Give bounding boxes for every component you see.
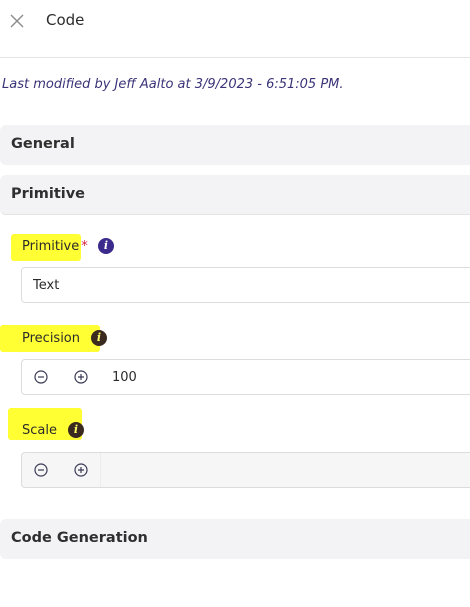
minus-circle-icon[interactable] <box>34 370 48 384</box>
info-icon[interactable]: i <box>68 422 84 438</box>
primitive-select-value: Text <box>33 278 60 293</box>
primitive-select[interactable]: Text <box>21 267 470 303</box>
precision-value[interactable]: 100 <box>112 370 137 385</box>
section-primitive-header[interactable]: Primitive <box>0 175 470 215</box>
primitive-label-text: Primitive <box>22 239 80 254</box>
primitive-label: Primitive * <box>22 239 88 254</box>
plus-circle-icon[interactable] <box>74 370 88 384</box>
plus-circle-icon[interactable] <box>74 463 88 477</box>
scale-stepper[interactable] <box>21 452 470 488</box>
info-icon[interactable]: i <box>91 330 107 346</box>
required-mark: * <box>81 239 88 254</box>
top-bar: Code <box>0 0 470 58</box>
section-general-title: General <box>11 136 75 152</box>
stepper-divider <box>100 453 101 487</box>
last-modified-text: Last modified by Jeff Aalto at 3/9/2023 … <box>2 77 344 92</box>
precision-label: Precision <box>22 331 81 346</box>
section-code-generation-header[interactable]: Code Generation <box>0 519 470 559</box>
page-title: Code <box>46 11 85 29</box>
section-general-header[interactable]: General <box>0 125 470 165</box>
minus-circle-icon[interactable] <box>34 463 48 477</box>
section-code-generation-title: Code Generation <box>11 530 148 546</box>
scale-label: Scale <box>22 423 57 438</box>
section-primitive-title: Primitive <box>11 186 86 202</box>
info-icon[interactable]: i <box>98 238 114 254</box>
precision-stepper[interactable]: 100 <box>21 359 470 395</box>
close-icon[interactable] <box>8 12 26 30</box>
